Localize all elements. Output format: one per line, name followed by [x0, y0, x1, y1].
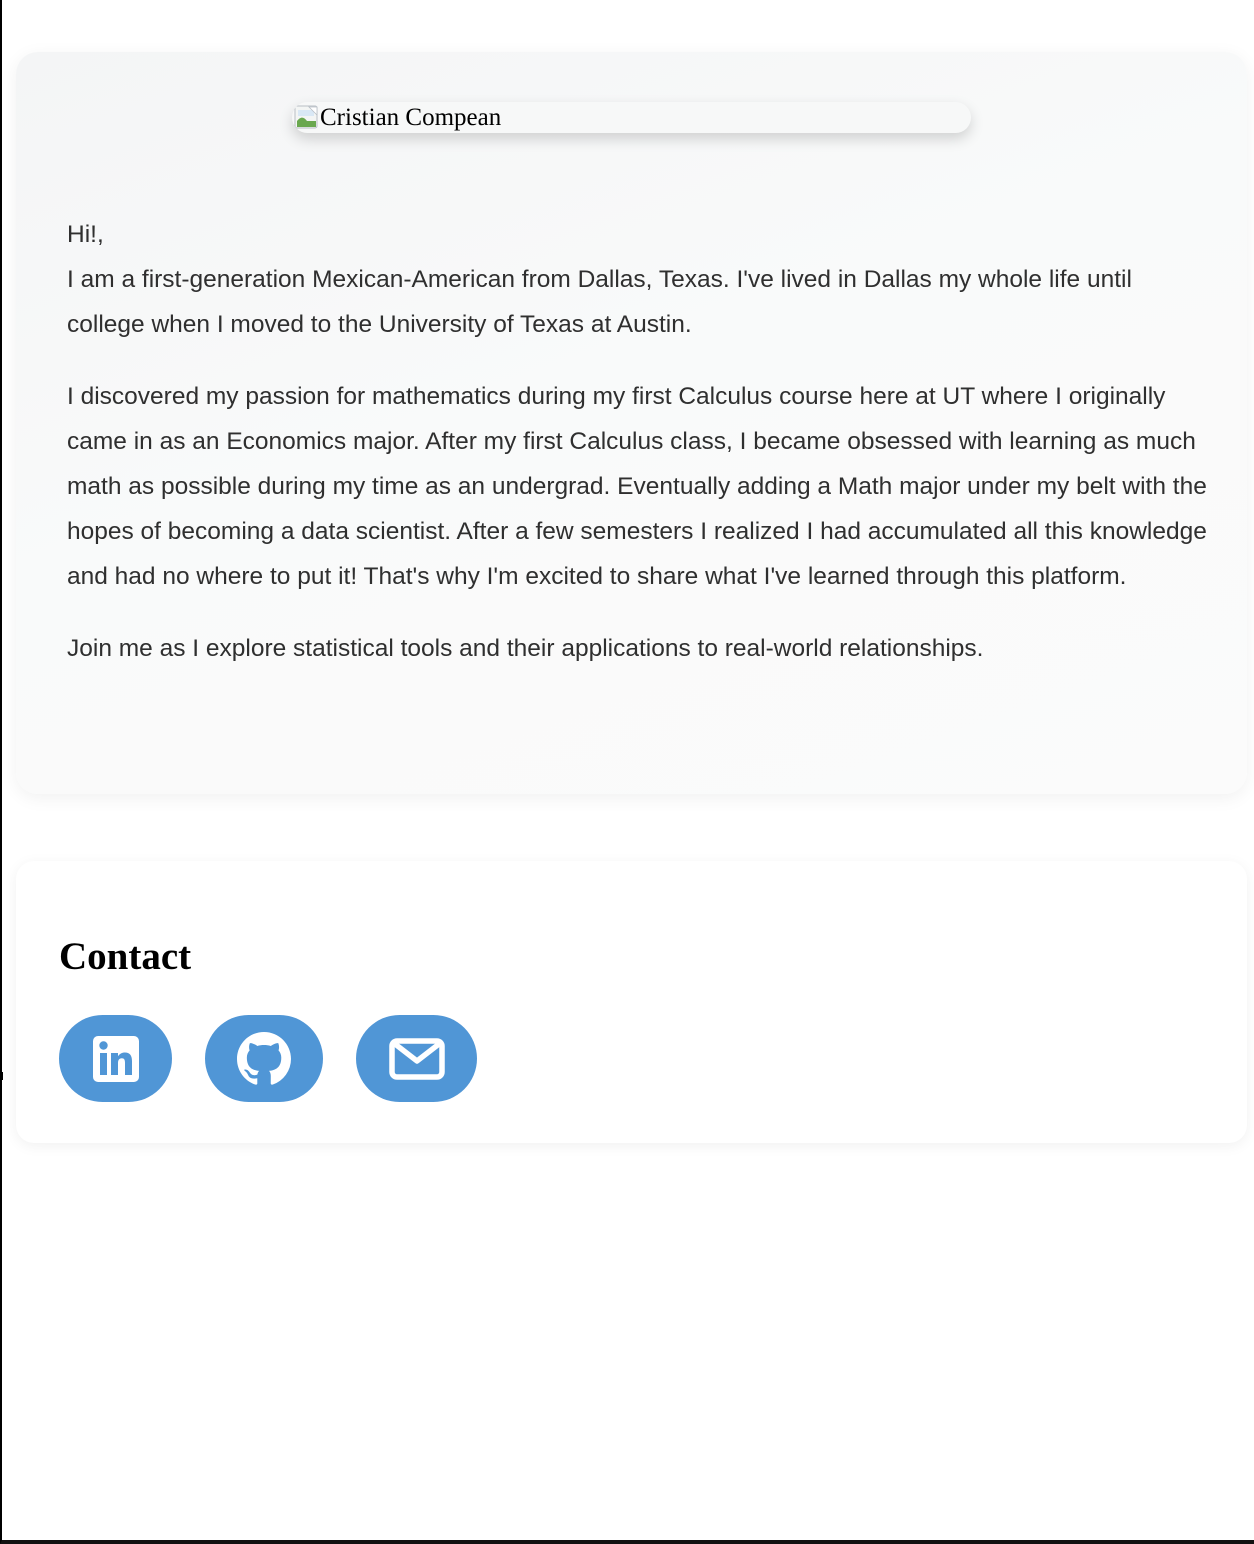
linkedin-button[interactable]	[59, 1015, 172, 1102]
passion-paragraph: I discovered my passion for mathematics …	[67, 382, 1207, 591]
about-card: Cristian Compean Hi!, I am a first-gener…	[16, 52, 1247, 794]
intro-paragraph: Hi!, I am a first-generation Mexican-Ame…	[67, 212, 1207, 348]
github-icon	[237, 1031, 291, 1085]
linkedin-icon	[92, 1035, 139, 1082]
broken-image-icon	[294, 105, 320, 131]
github-button[interactable]	[205, 1015, 323, 1102]
profile-image-alt-text: Cristian Compean	[320, 104, 502, 131]
greeting-text: Hi!,	[67, 221, 104, 248]
contact-heading: Contact	[59, 935, 192, 978]
contact-card: Contact	[16, 861, 1247, 1143]
email-button[interactable]	[356, 1015, 477, 1102]
join-paragraph: Join me as I explore statistical tools a…	[67, 634, 984, 662]
edge-mark	[0, 1072, 3, 1080]
about-text: Hi!, I am a first-generation Mexican-Ame…	[67, 212, 1207, 671]
email-icon	[388, 1037, 445, 1080]
intro-text: I am a first-generation Mexican-American…	[67, 266, 1132, 339]
profile-image: Cristian Compean	[292, 102, 971, 133]
